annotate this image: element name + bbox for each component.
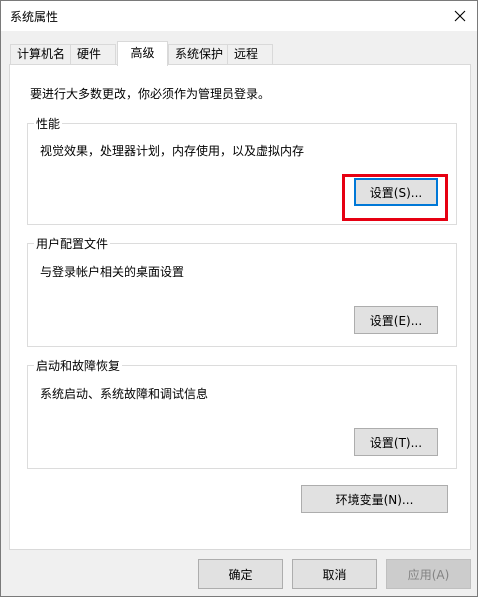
user-profiles-description: 与登录帐户相关的桌面设置 — [40, 265, 185, 279]
tab-computer-name[interactable]: 计算机名 — [10, 44, 71, 64]
startup-recovery-group: 启动和故障恢复 系统启动、系统故障和调试信息 设置(T)... — [27, 357, 457, 469]
user-profiles-title: 用户配置文件 — [34, 235, 111, 252]
performance-settings-button[interactable]: 设置(S)... — [354, 178, 438, 206]
performance-description: 视觉效果，处理器计划，内存使用，以及虚拟内存 — [40, 144, 305, 158]
system-properties-window: 系统属性 计算机名 硬件 高级 系统保护 远程 要进行大多数更改，你必须作为管理… — [0, 0, 478, 597]
window-title: 系统属性 — [10, 10, 59, 24]
tab-hardware[interactable]: 硬件 — [70, 44, 116, 64]
performance-title: 性能 — [34, 115, 63, 132]
advanced-tab-panel: 要进行大多数更改，你必须作为管理员登录。 性能 视觉效果，处理器计划，内存使用，… — [9, 64, 471, 550]
title-bar: 系统属性 — [1, 1, 477, 31]
cancel-button[interactable]: 取消 — [292, 559, 377, 589]
ok-button[interactable]: 确定 — [198, 559, 283, 589]
apply-button[interactable]: 应用(A) — [386, 559, 471, 589]
startup-recovery-description: 系统启动、系统故障和调试信息 — [40, 387, 209, 401]
user-profiles-group: 用户配置文件 与登录帐户相关的桌面设置 设置(E)... — [27, 235, 457, 347]
startup-recovery-settings-button[interactable]: 设置(T)... — [354, 428, 438, 456]
tab-advanced[interactable]: 高级 — [117, 41, 168, 66]
startup-recovery-title: 启动和故障恢复 — [34, 357, 123, 374]
environment-variables-button[interactable]: 环境变量(N)... — [301, 485, 448, 513]
admin-notice: 要进行大多数更改，你必须作为管理员登录。 — [30, 87, 271, 101]
tab-remote[interactable]: 远程 — [227, 44, 273, 64]
performance-group: 性能 视觉效果，处理器计划，内存使用，以及虚拟内存 设置(S)... — [27, 115, 457, 225]
user-profiles-settings-button[interactable]: 设置(E)... — [354, 306, 438, 334]
close-icon — [454, 10, 466, 22]
tab-system-protection[interactable]: 系统保护 — [168, 44, 228, 64]
close-button[interactable] — [443, 1, 477, 31]
